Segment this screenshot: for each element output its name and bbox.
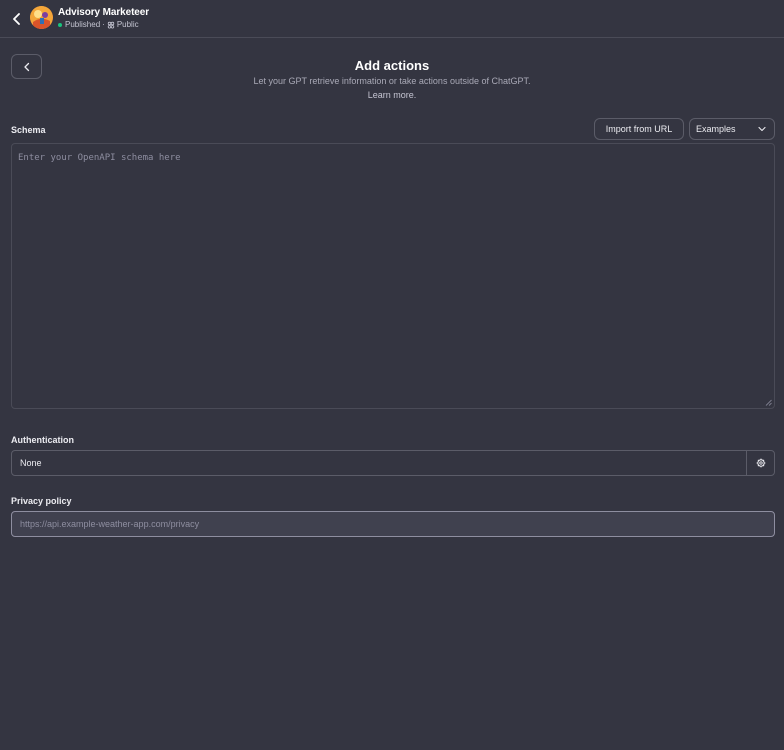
schema-label: Schema xyxy=(11,125,46,135)
top-bar: Advisory Marketeer Published · Public xyxy=(0,0,784,38)
privacy-policy-label: Privacy policy xyxy=(11,496,72,506)
status-dot-icon xyxy=(58,22,62,27)
back-button[interactable] xyxy=(8,9,26,29)
status-separator: · xyxy=(102,20,105,29)
schema-editor[interactable]: Enter your OpenAPI schema here xyxy=(11,143,775,409)
people-icon xyxy=(107,21,115,28)
learn-more-link[interactable]: Learn more. xyxy=(0,90,784,100)
status-text: Published xyxy=(65,20,101,29)
examples-select[interactable]: Examples xyxy=(689,118,775,140)
authentication-value: None xyxy=(20,458,42,468)
privacy-policy-input[interactable] xyxy=(11,511,775,537)
page-subtitle: Let your GPT retrieve information or tak… xyxy=(253,76,531,86)
visibility-text: Public xyxy=(116,20,139,29)
import-from-url-button[interactable]: Import from URL xyxy=(594,118,684,140)
gpt-avatar xyxy=(30,6,53,29)
chevron-left-icon xyxy=(13,13,20,25)
gpt-name: Advisory Marketeer xyxy=(58,7,150,18)
schema-placeholder: Enter your OpenAPI schema here xyxy=(18,153,181,163)
chevron-down-icon xyxy=(758,126,766,132)
authentication-label: Authentication xyxy=(11,435,74,445)
resize-grip-icon[interactable] xyxy=(765,399,772,406)
examples-select-value: Examples xyxy=(696,124,736,134)
gpt-status-line: Published · Public xyxy=(58,20,139,29)
gear-icon xyxy=(756,458,765,468)
authentication-field[interactable]: None xyxy=(11,450,775,476)
authentication-settings-button[interactable] xyxy=(746,451,774,475)
page-title: Add actions xyxy=(354,58,430,73)
